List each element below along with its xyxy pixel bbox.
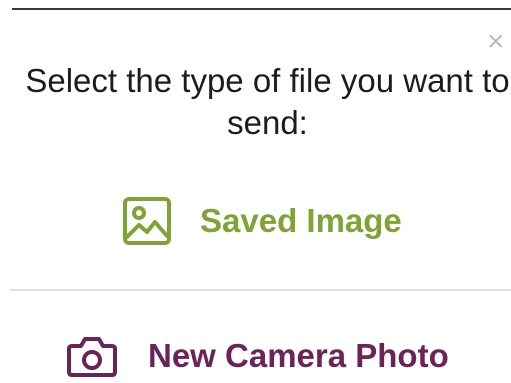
image-icon — [122, 196, 172, 246]
close-button[interactable]: × — [487, 28, 511, 56]
saved-image-label: Saved Image — [200, 202, 402, 239]
option-divider — [10, 289, 511, 291]
new-camera-photo-label: New Camera Photo — [148, 337, 449, 374]
close-icon: × — [487, 28, 505, 56]
camera-icon — [66, 334, 118, 378]
dialog-top-border — [12, 8, 511, 10]
dialog-prompt: Select the type of file you want to send… — [25, 62, 510, 141]
new-camera-photo-option[interactable]: New Camera Photo — [66, 334, 449, 378]
saved-image-option[interactable]: Saved Image — [122, 196, 402, 246]
file-type-dialog: × Select the type of file you want to se… — [0, 0, 511, 378]
